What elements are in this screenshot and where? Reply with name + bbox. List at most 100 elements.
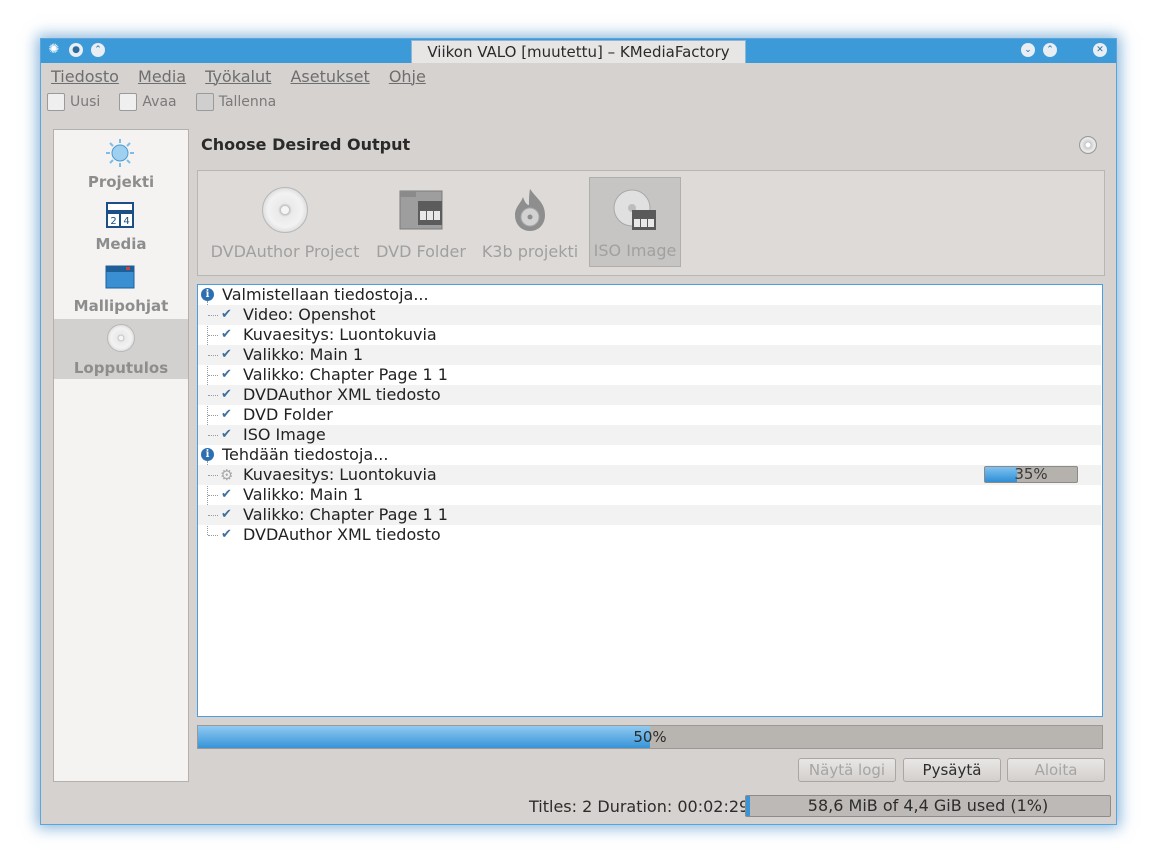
list-item-label: Kuvaesitys: Luontokuvia xyxy=(243,325,437,344)
disk-usage-text: 58,6 MiB of 4,4 GiB used (1%) xyxy=(807,796,1049,815)
list-item-label: Kuvaesitys: Luontokuvia xyxy=(243,465,437,484)
list-item: ✔ DVD Folder xyxy=(198,405,1101,425)
output-iso-image[interactable]: ISO Image xyxy=(589,177,681,267)
project-info: Titles: 2 Duration: 00:02:29 xyxy=(529,797,750,816)
overall-progress-text: 50% xyxy=(633,728,667,746)
save-button[interactable]: Tallenna xyxy=(195,93,277,111)
check-icon: ✔ xyxy=(221,387,232,402)
project-icon xyxy=(106,139,134,167)
info-icon: i xyxy=(201,288,214,301)
list-item-label: Valikko: Main 1 xyxy=(243,345,364,364)
check-icon: ✔ xyxy=(221,347,232,362)
maximize-button[interactable]: ⌃ xyxy=(1043,43,1057,57)
output-dvdauthor-project[interactable]: DVDAuthor Project xyxy=(204,177,366,267)
sidebar-label-media: Media xyxy=(95,235,147,253)
list-item: ⚙ Kuvaesitys: Luontokuvia 35% xyxy=(198,465,1101,485)
check-icon: ✔ xyxy=(221,527,232,542)
open-label: Avaa xyxy=(142,94,177,110)
log-group-title: Tehdään tiedostoja... xyxy=(222,445,389,464)
minimize-button[interactable]: ⌄ xyxy=(1021,43,1035,57)
progress-log-tree[interactable]: i Valmistellaan tiedostoja... ✔ Video: O… xyxy=(197,284,1103,717)
menu-media[interactable]: Media xyxy=(138,67,186,86)
keep-above-button[interactable]: ⌃ xyxy=(91,43,105,57)
sidebar-label-project: Projekti xyxy=(87,173,155,191)
log-group-making: i Tehdään tiedostoja... xyxy=(198,445,1101,465)
item-progress-bar: 35% xyxy=(984,466,1078,483)
list-item-label: Valikko: Chapter Page 1 1 xyxy=(243,505,448,524)
disk-usage-bar: 58,6 MiB of 4,4 GiB used (1%) xyxy=(745,795,1111,817)
list-item: ✔ Valikko: Main 1 xyxy=(198,485,1101,505)
gear-icon: ⚙ xyxy=(220,466,234,484)
output-label: ISO Image xyxy=(593,241,677,260)
menu-bar: Tiedosto Media Työkalut Asetukset Ohje xyxy=(51,67,440,87)
sidebar-item-project[interactable]: Projekti xyxy=(54,133,188,193)
new-button[interactable]: Uusi xyxy=(47,93,100,111)
start-button[interactable]: Aloita xyxy=(1007,758,1105,782)
output-disc-icon xyxy=(107,324,135,352)
templates-icon xyxy=(105,265,135,289)
window-title: Viikon VALO [muutettu] – KMediaFactory xyxy=(411,40,746,63)
list-item: ✔ DVDAuthor XML tiedosto xyxy=(198,525,1101,545)
output-label: DVD Folder xyxy=(376,242,466,261)
list-item-label: Valikko: Main 1 xyxy=(243,485,364,504)
disc-icon xyxy=(1079,136,1097,154)
check-icon: ✔ xyxy=(221,507,232,522)
svg-text:4: 4 xyxy=(123,216,129,227)
log-group-preparing: i Valmistellaan tiedostoja... xyxy=(198,285,1101,305)
sidebar: Projekti 2 4 Media Mallipohjat Lopputulo… xyxy=(53,129,189,782)
info-icon: i xyxy=(201,448,214,461)
open-folder-icon xyxy=(119,93,138,111)
output-k3b-project[interactable]: K3b projekti xyxy=(478,177,582,267)
dvdauthor-disc-icon xyxy=(262,187,308,233)
sticky-button[interactable]: ● xyxy=(69,43,83,57)
title-bar[interactable]: ✺ ● ⌃ Viikon VALO [muutettu] – KMediaFac… xyxy=(41,39,1116,63)
page-title: Choose Desired Output xyxy=(201,135,411,154)
overall-progress-bar: 50% xyxy=(197,725,1103,749)
app-window: ✺ ● ⌃ Viikon VALO [muutettu] – KMediaFac… xyxy=(40,38,1117,825)
output-selector: DVDAuthor Project DVD Folder K3b projekt… xyxy=(197,170,1105,276)
new-label: Uusi xyxy=(70,94,101,110)
media-icon: 2 4 xyxy=(106,202,134,228)
check-icon: ✔ xyxy=(221,327,232,342)
list-item-label: ISO Image xyxy=(243,425,326,444)
menu-settings[interactable]: Asetukset xyxy=(290,67,369,86)
save-icon xyxy=(195,93,214,111)
sidebar-item-media[interactable]: 2 4 Media xyxy=(54,195,188,255)
iso-image-icon xyxy=(613,189,656,230)
sidebar-label-templates: Mallipohjat xyxy=(73,297,169,315)
sidebar-item-templates[interactable]: Mallipohjat xyxy=(54,257,188,317)
app-menu-icon[interactable]: ✺ xyxy=(47,43,61,57)
check-icon: ✔ xyxy=(221,307,232,322)
check-icon: ✔ xyxy=(221,487,232,502)
k3b-icon xyxy=(515,189,545,231)
stop-button[interactable]: Pysäytä xyxy=(903,758,1001,782)
open-button[interactable]: Avaa xyxy=(119,93,177,111)
check-icon: ✔ xyxy=(221,367,232,382)
menu-tools[interactable]: Työkalut xyxy=(205,67,271,86)
list-item: ✔ Kuvaesitys: Luontokuvia xyxy=(198,325,1101,345)
output-label: K3b projekti xyxy=(481,242,579,261)
toolbar: Uusi Avaa Tallenna xyxy=(47,93,290,115)
item-progress-text: 35% xyxy=(1014,466,1048,483)
list-item: ✔ Video: Openshot xyxy=(198,305,1101,325)
check-icon: ✔ xyxy=(221,427,232,442)
log-group-title: Valmistellaan tiedostoja... xyxy=(222,285,429,304)
sidebar-label-output: Lopputulos xyxy=(73,359,169,377)
check-icon: ✔ xyxy=(221,407,232,422)
close-button[interactable]: ✕ xyxy=(1093,43,1107,57)
list-item: ✔ ISO Image xyxy=(198,425,1101,445)
show-log-button[interactable]: Näytä logi xyxy=(798,758,896,782)
sidebar-item-output[interactable]: Lopputulos xyxy=(54,319,188,379)
list-item-label: DVDAuthor XML tiedosto xyxy=(243,525,441,544)
output-label: DVDAuthor Project xyxy=(210,242,360,261)
list-item-label: DVD Folder xyxy=(243,405,333,424)
list-item: ✔ Valikko: Chapter Page 1 1 xyxy=(198,365,1101,385)
menu-file[interactable]: Tiedosto xyxy=(51,67,119,86)
list-item-label: Valikko: Chapter Page 1 1 xyxy=(243,365,448,384)
output-dvd-folder[interactable]: DVD Folder xyxy=(372,177,470,267)
save-label: Tallenna xyxy=(218,94,277,110)
list-item: ✔ Valikko: Main 1 xyxy=(198,345,1101,365)
menu-help[interactable]: Ohje xyxy=(389,67,426,86)
list-item: ✔ Valikko: Chapter Page 1 1 xyxy=(198,505,1101,525)
dvd-folder-icon xyxy=(399,190,443,230)
